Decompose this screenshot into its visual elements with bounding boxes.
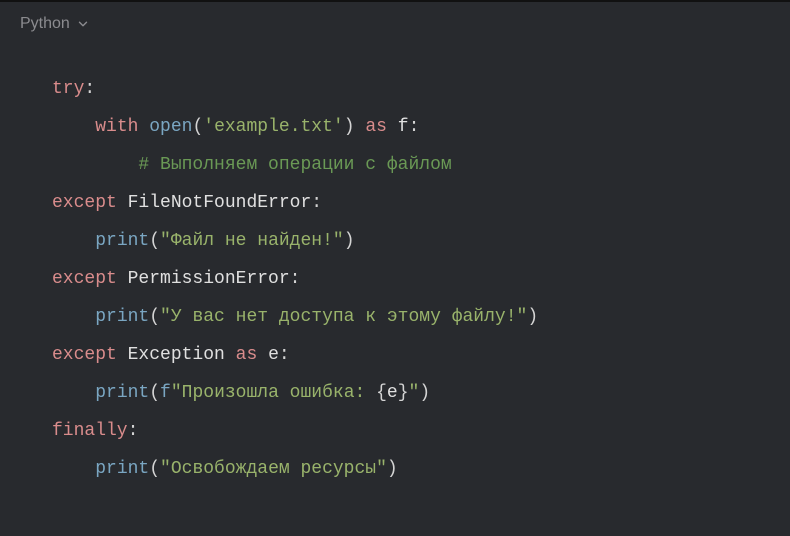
code-line-9: print(f"Произошла ошибка: {e}") xyxy=(95,383,430,403)
kw-as: as xyxy=(236,345,258,365)
open-paren: ( xyxy=(149,383,160,403)
kw-try: try xyxy=(52,79,84,99)
str-filename: 'example.txt' xyxy=(203,117,343,137)
fn-print: print xyxy=(95,383,149,403)
close-paren: ) xyxy=(344,231,355,251)
code-line-3: # Выполняем операции с файлом xyxy=(138,155,451,175)
kw-finally: finally xyxy=(52,421,128,441)
open-paren: ( xyxy=(192,117,203,137)
code-line-10: finally: xyxy=(52,421,138,441)
code-line-11: print("Освобождаем ресурсы") xyxy=(95,459,397,479)
close-paren: ) xyxy=(527,307,538,327)
kw-as: as xyxy=(365,117,387,137)
id-e: e xyxy=(387,383,398,403)
id-e: e xyxy=(268,345,279,365)
code-line-5: print("Файл не найден!") xyxy=(95,231,354,251)
open-paren: ( xyxy=(149,231,160,251)
code-line-2: with open('example.txt') as f: xyxy=(95,117,419,137)
str-part2: " xyxy=(409,383,420,403)
code-block: try: with open('example.txt') as f: # Вы… xyxy=(0,46,790,488)
code-header: Python xyxy=(0,0,790,46)
fn-print: print xyxy=(95,231,149,251)
str-msg: "Освобождаем ресурсы" xyxy=(160,459,387,479)
brace-close: } xyxy=(398,383,409,403)
code-line-8: except Exception as e: xyxy=(52,345,290,365)
fn-print: print xyxy=(95,307,149,327)
str-part1: "Произошла ошибка: xyxy=(171,383,376,403)
code-line-7: print("У вас нет доступа к этому файлу!"… xyxy=(95,307,538,327)
kw-except: except xyxy=(52,269,117,289)
code-line-1: try: xyxy=(52,79,95,99)
brace-open: { xyxy=(376,383,387,403)
exc-fnf: FileNotFoundError xyxy=(128,193,312,213)
code-line-6: except PermissionError: xyxy=(52,269,300,289)
code-line-4: except FileNotFoundError: xyxy=(52,193,322,213)
kw-with: with xyxy=(95,117,138,137)
colon: : xyxy=(311,193,322,213)
colon: : xyxy=(290,269,301,289)
colon: : xyxy=(128,421,139,441)
close-paren: ) xyxy=(419,383,430,403)
kw-except: except xyxy=(52,345,117,365)
id-f: f xyxy=(398,117,409,137)
colon: : xyxy=(279,345,290,365)
colon: : xyxy=(84,79,95,99)
fn-print: print xyxy=(95,459,149,479)
open-paren: ( xyxy=(149,307,160,327)
kw-except: except xyxy=(52,193,117,213)
str-msg: "У вас нет доступа к этому файлу!" xyxy=(160,307,527,327)
close-paren: ) xyxy=(344,117,355,137)
fn-open: open xyxy=(149,117,192,137)
exc-perm: PermissionError xyxy=(128,269,290,289)
exc-exception: Exception xyxy=(128,345,225,365)
str-msg: "Файл не найден!" xyxy=(160,231,344,251)
colon: : xyxy=(409,117,420,137)
comment: # Выполняем операции с файлом xyxy=(138,155,451,175)
chevron-down-icon xyxy=(76,17,90,31)
language-label: Python xyxy=(20,15,70,33)
f-prefix: f xyxy=(160,383,171,403)
close-paren: ) xyxy=(387,459,398,479)
language-selector[interactable]: Python xyxy=(20,15,90,33)
open-paren: ( xyxy=(149,459,160,479)
